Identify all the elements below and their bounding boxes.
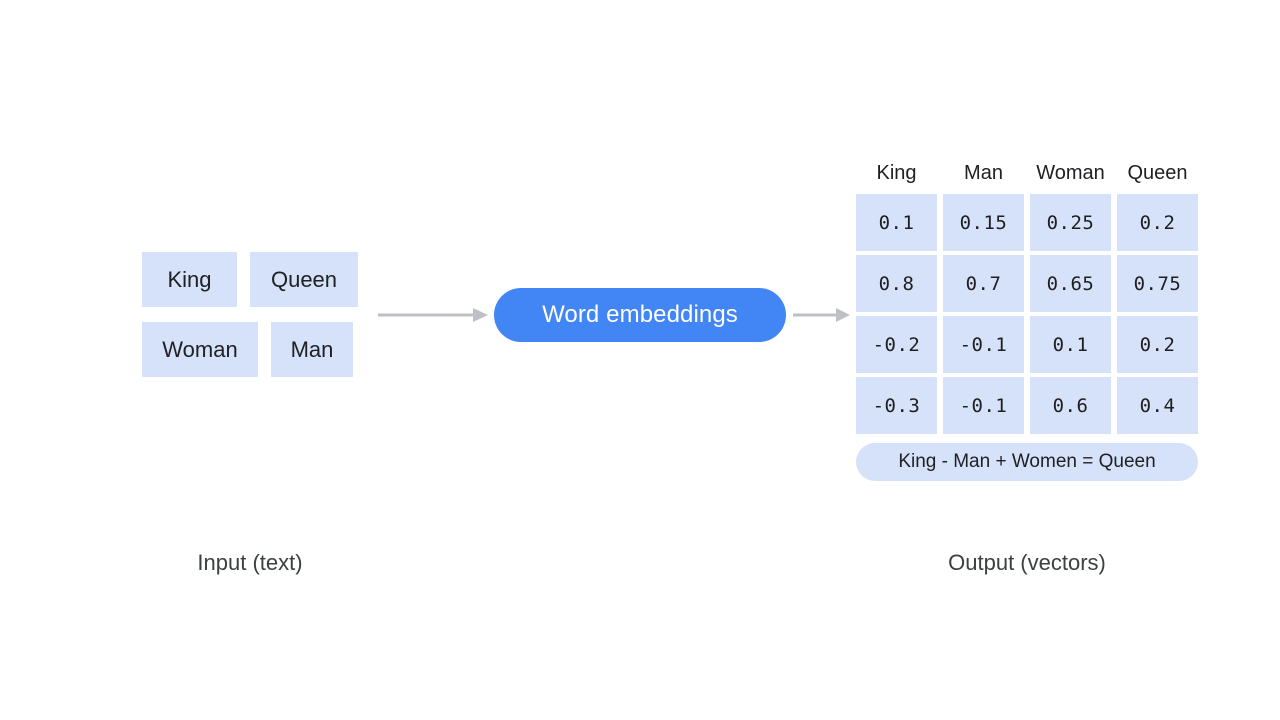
matrix-cell: 0.65 [1030, 255, 1111, 312]
matrix-cell: 0.1 [856, 194, 937, 251]
matrix-cell: 0.1 [1030, 316, 1111, 373]
matrix-cell: 0.6 [1030, 377, 1111, 434]
input-word-queen[interactable]: Queen [250, 252, 358, 307]
matrix-cell: -0.1 [943, 316, 1024, 373]
output-matrix-group: King Man Woman Queen 0.1 0.15 0.25 0.2 0… [856, 163, 1198, 481]
matrix-cell: -0.3 [856, 377, 937, 434]
arrow-right-icon [793, 305, 850, 325]
matrix-cell: 0.2 [1117, 316, 1198, 373]
input-word-row: King Queen [142, 252, 362, 307]
matrix-header-woman: Woman [1036, 162, 1105, 184]
output-caption: Output (vectors) [948, 550, 1106, 575]
matrix-cell: 0.75 [1117, 255, 1198, 312]
matrix-cell: 0.2 [1117, 194, 1198, 251]
matrix-column-headers: King Man Woman Queen [856, 163, 1198, 183]
matrix-cell: 0.4 [1117, 377, 1198, 434]
matrix-header-king: King [876, 162, 917, 184]
input-word-woman[interactable]: Woman [142, 322, 258, 377]
matrix-cell: 0.7 [943, 255, 1024, 312]
word-embeddings-model-pill[interactable]: Word embeddings [494, 288, 786, 342]
matrix-header-man: Man [964, 162, 1003, 184]
input-word-row: Woman Man [142, 322, 362, 377]
input-word-king[interactable]: King [142, 252, 237, 307]
vector-arithmetic-equation: King - Man + Women = Queen [856, 443, 1198, 481]
matrix-cell: 0.15 [943, 194, 1024, 251]
matrix-header-queen: Queen [1127, 162, 1188, 184]
diagram-canvas: King Queen Woman Man Word embeddings Kin… [0, 0, 1280, 720]
matrix-grid: 0.1 0.15 0.25 0.2 0.8 0.7 0.65 0.75 -0.2… [856, 194, 1198, 434]
matrix-cell: -0.1 [943, 377, 1024, 434]
arrow-right-icon [378, 305, 488, 325]
input-word-man[interactable]: Man [271, 322, 353, 377]
input-word-group: King Queen Woman Man [142, 252, 362, 377]
matrix-cell: 0.8 [856, 255, 937, 312]
matrix-cell: 0.25 [1030, 194, 1111, 251]
input-caption: Input (text) [197, 550, 303, 575]
matrix-cell: -0.2 [856, 316, 937, 373]
